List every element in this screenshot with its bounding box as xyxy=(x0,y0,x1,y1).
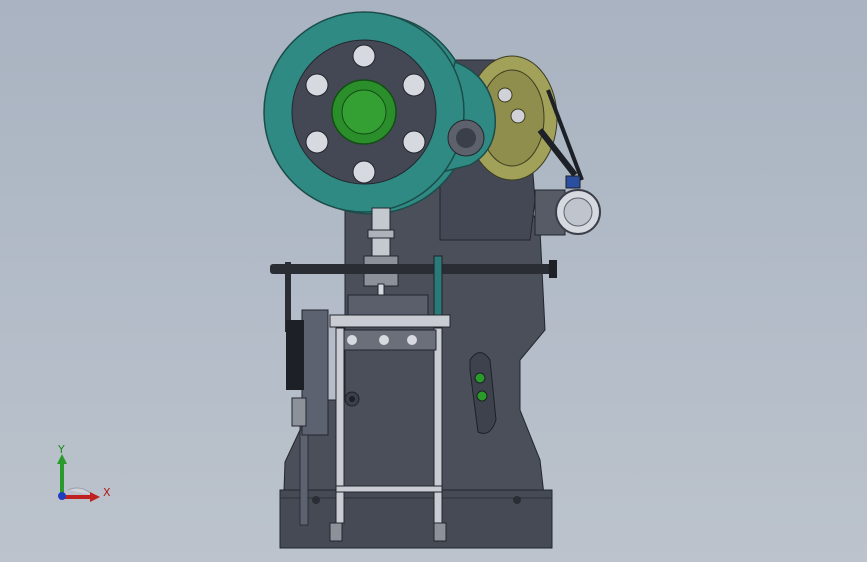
x-axis-label: X xyxy=(103,486,111,499)
y-axis-arrow-icon xyxy=(57,454,67,495)
cad-viewport[interactable]: Y X xyxy=(0,0,867,562)
motor xyxy=(534,175,601,236)
y-axis-label: Y xyxy=(58,443,65,456)
z-axis-point-icon xyxy=(58,492,66,500)
punch-press-model[interactable] xyxy=(0,0,867,562)
triad-arc-icon xyxy=(67,487,93,496)
axis-triad xyxy=(44,440,124,510)
x-axis-arrow-icon xyxy=(62,492,100,502)
